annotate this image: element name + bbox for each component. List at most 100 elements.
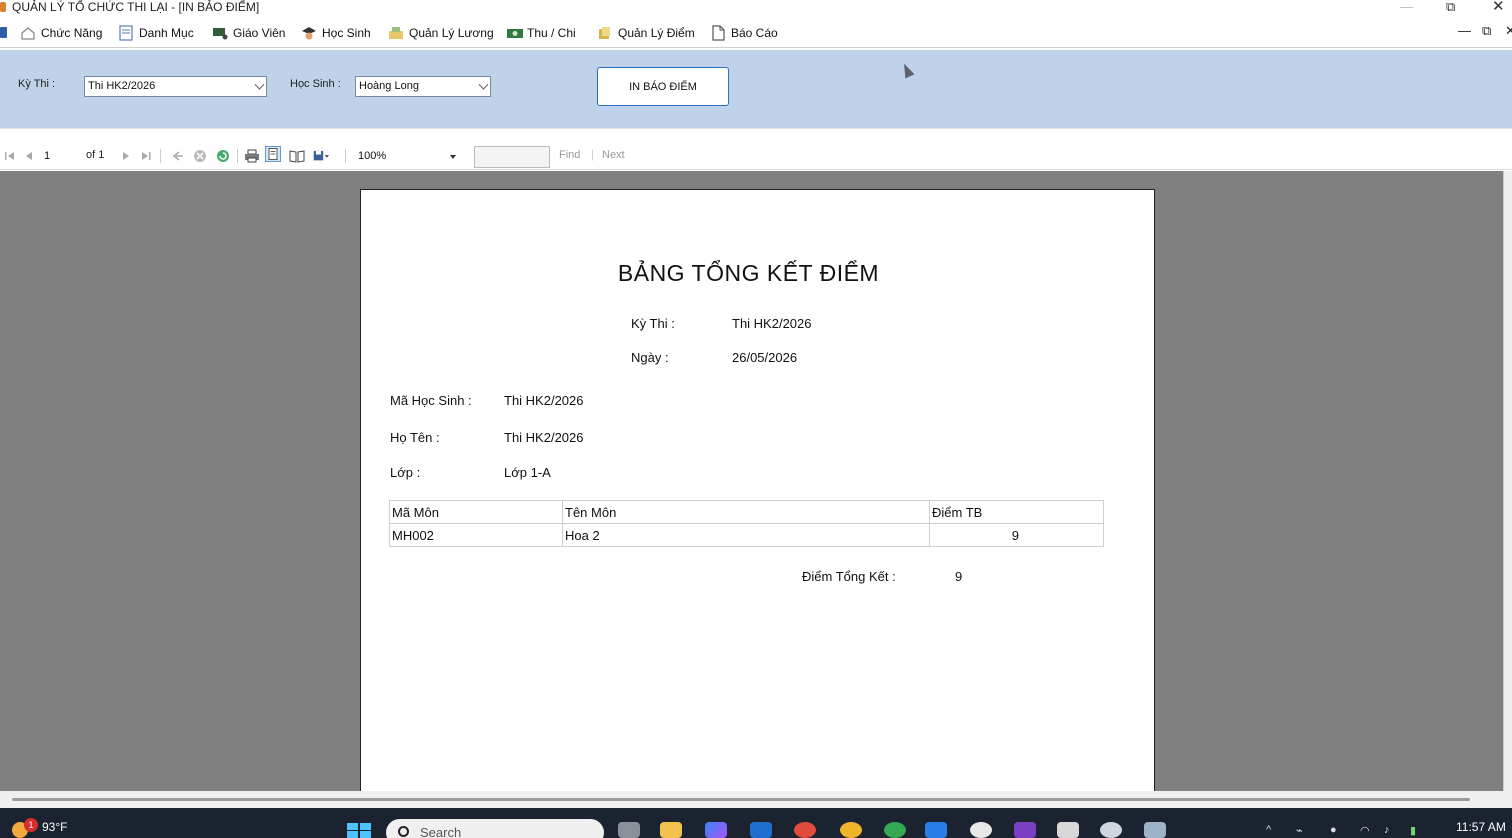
exam-select[interactable]: Thi HK2/2026 (84, 76, 267, 97)
report-exam-label: Kỳ Thi : (631, 316, 675, 331)
student-id-value: Thi HK2/2026 (504, 393, 584, 408)
store-app-icon[interactable] (925, 822, 947, 838)
menu-chuc-nang[interactable]: Chức Năng (20, 22, 102, 44)
cell-subject-code: MH002 (389, 523, 563, 547)
menu-danh-muc[interactable]: Danh Mục (118, 22, 194, 44)
volume-icon[interactable]: ♪ (1384, 824, 1390, 836)
find-separator: | (591, 149, 594, 161)
start-button[interactable] (347, 823, 371, 838)
chrome-profile-3-icon[interactable] (884, 822, 906, 838)
zoom-value: 100% (358, 150, 387, 162)
mdi-close-button[interactable]: ✕ (1505, 23, 1512, 39)
next-page-icon[interactable] (118, 148, 134, 164)
windows-logo-icon (347, 823, 358, 830)
mdi-minimize-button[interactable]: — (1458, 23, 1471, 38)
export-icon[interactable] (313, 148, 329, 164)
scrollbar-thumb[interactable] (12, 798, 1470, 801)
close-button[interactable]: ✕ (1492, 0, 1505, 14)
taskbar-search[interactable]: Search (386, 819, 604, 838)
find-input[interactable] (474, 146, 550, 168)
refresh-icon[interactable] (215, 148, 231, 164)
next-link[interactable]: Next (602, 149, 625, 161)
microphone-icon[interactable]: ● (1330, 824, 1337, 836)
chrome-profile-2-icon[interactable] (840, 822, 862, 838)
mdi-restore-button[interactable]: ⧉ (1482, 23, 1491, 39)
show-hidden-icons[interactable]: ^ (1266, 824, 1271, 836)
back-icon[interactable] (170, 148, 186, 164)
header-average-score: Điểm TB (929, 500, 1104, 524)
menu-thu-chi[interactable]: Thu / Chi (506, 22, 576, 44)
menu-label: Báo Cáo (731, 26, 778, 40)
menu-bao-cao[interactable]: Báo Cáo (710, 22, 778, 44)
maximize-button[interactable]: ⧉ (1446, 0, 1455, 14)
report-date-value: 26/05/2026 (732, 350, 798, 365)
chrome-profile-1-icon[interactable] (794, 822, 816, 838)
exam-select-value: Thi HK2/2026 (88, 80, 156, 92)
notification-badge: 1 (24, 818, 38, 832)
search-placeholder: Search (420, 825, 462, 838)
report-title: BẢNG TỔNG KẾT ĐIỂM (617, 260, 880, 286)
visual-studio-icon[interactable] (1014, 822, 1036, 838)
table-row: MH002 Hoa 2 9 (389, 523, 1104, 547)
menu-label: Quản Lý Lương (409, 26, 494, 40)
weather-temperature[interactable]: 93°F (42, 820, 67, 834)
chat-app-icon[interactable] (970, 822, 992, 838)
print-report-button[interactable]: IN BÁO ĐIỂM (597, 67, 729, 106)
cell-subject-name: Hoa 2 (562, 523, 930, 547)
stop-icon[interactable] (192, 148, 208, 164)
first-page-icon[interactable] (2, 148, 18, 164)
full-name-value: Thi HK2/2026 (504, 430, 584, 445)
network-icon[interactable]: ⌁ (1296, 824, 1303, 837)
teacher-icon (212, 25, 228, 41)
final-score-label: Điểm Tổng Kết : (802, 569, 896, 584)
header-subject-name: Tên Môn (562, 500, 930, 524)
menu-hoc-sinh[interactable]: Học Sinh (301, 22, 371, 44)
menu-quan-ly-luong[interactable]: Quản Lý Lương (388, 22, 494, 44)
student-select-value: Hoàng Long (359, 80, 419, 92)
zoom-select[interactable]: 100% (354, 147, 464, 166)
page-setup-icon[interactable] (289, 148, 305, 164)
snipping-tool-icon[interactable] (1057, 822, 1079, 838)
separator-band (0, 128, 1512, 142)
file-explorer-icon[interactable] (660, 822, 682, 838)
last-page-icon[interactable] (138, 148, 154, 164)
battery-icon[interactable]: ▮ (1410, 824, 1416, 837)
outlook-icon[interactable] (750, 822, 772, 838)
menu-giao-vien[interactable]: Giáo Viên (212, 22, 285, 44)
full-name-label: Họ Tên : (390, 430, 440, 445)
salary-icon (388, 25, 404, 41)
cell-average-score: 9 (929, 523, 1104, 547)
chevron-down-icon (254, 79, 265, 90)
vertical-scrollbar[interactable] (1503, 171, 1512, 791)
previous-page-icon[interactable] (20, 148, 36, 164)
student-select[interactable]: Hoàng Long (355, 76, 491, 97)
copilot-icon[interactable] (705, 822, 727, 838)
horizontal-scrollbar[interactable] (0, 791, 1512, 808)
clock-app-icon[interactable] (1100, 822, 1122, 838)
page-number-input[interactable]: 1 (40, 147, 80, 165)
report-viewer[interactable]: BẢNG TỔNG KẾT ĐIỂM Kỳ Thi : Thi HK2/2026… (0, 171, 1503, 799)
document-icon (118, 25, 134, 41)
menu-bar: Chức Năng Danh Mục Giáo Viên Học Sinh Qu… (0, 18, 1512, 48)
menu-quan-ly-diem[interactable]: Quản Lý Điểm (597, 22, 695, 44)
class-label: Lớp : (390, 465, 421, 480)
system-clock[interactable]: 11:57 AM (1456, 820, 1506, 834)
menu-label: Học Sinh (322, 26, 371, 40)
wifi-icon[interactable]: ◠ (1360, 824, 1370, 837)
print-layout-icon[interactable] (265, 146, 281, 162)
report-date-label: Ngày : (631, 350, 669, 365)
report-exam-value: Thi HK2/2026 (732, 316, 812, 331)
report-icon (710, 25, 726, 41)
toolbar-separator (237, 149, 238, 163)
running-app-icon[interactable] (1144, 822, 1166, 838)
money-icon (506, 25, 523, 41)
app-icon (0, 2, 6, 12)
print-icon[interactable] (244, 148, 260, 164)
find-link[interactable]: Find (559, 149, 580, 161)
report-page: BẢNG TỔNG KẾT ĐIỂM Kỳ Thi : Thi HK2/2026… (360, 189, 1155, 799)
final-score-value: 9 (955, 569, 963, 584)
page-count: of 1 (86, 149, 105, 161)
task-view-icon[interactable] (618, 822, 640, 838)
table-header-row: Mã Môn Tên Môn Điểm TB (389, 500, 1104, 524)
minimize-button[interactable]: — (1400, 0, 1413, 14)
